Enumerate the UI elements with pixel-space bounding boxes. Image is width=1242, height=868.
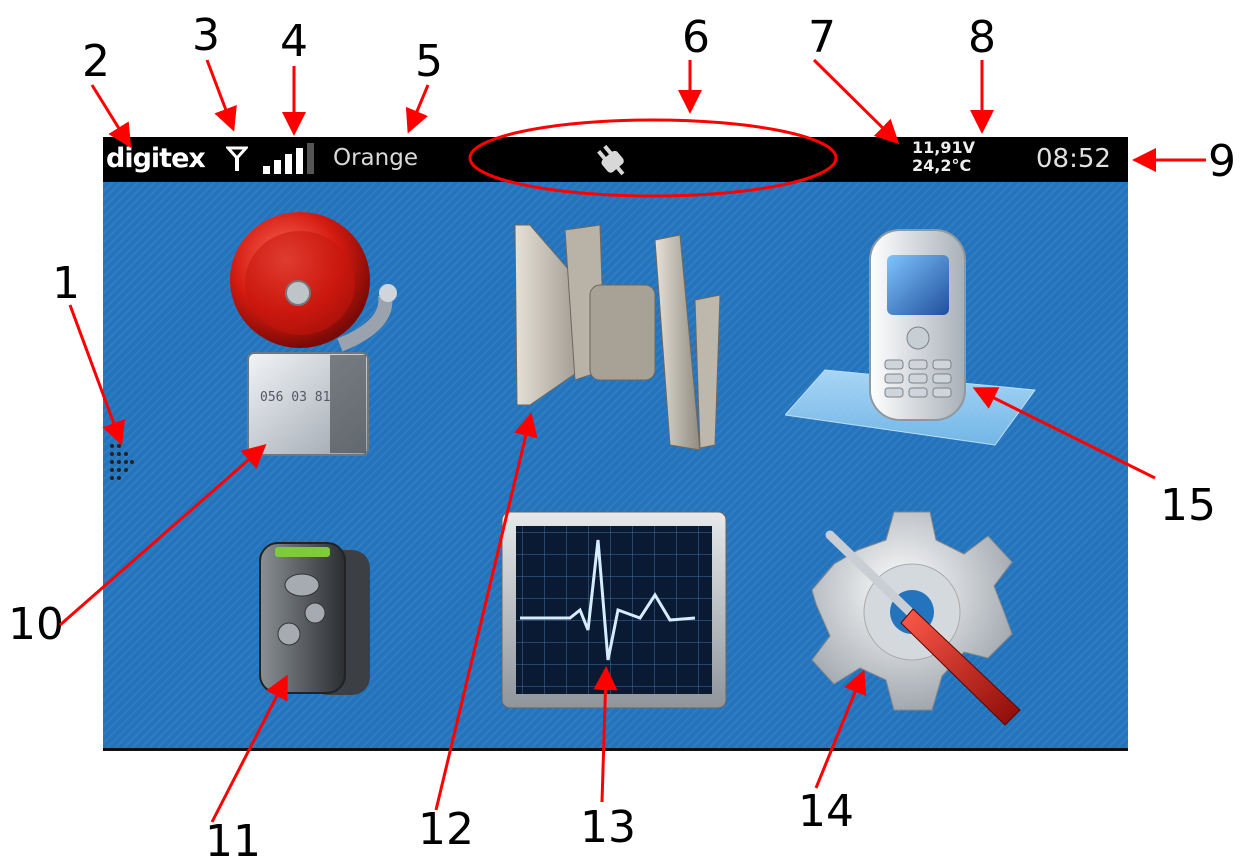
arrow-13: [593, 666, 618, 803]
arrow-14: [814, 669, 867, 789]
arrow-1: [68, 304, 126, 446]
power-indicator-highlight: [468, 118, 838, 198]
arrow-2: [90, 84, 132, 149]
arrow-12: [434, 412, 538, 811]
arrow-10: [59, 444, 267, 627]
arrow-11: [210, 674, 288, 823]
arrow-5: [405, 84, 430, 134]
callout-arrows: [59, 58, 1206, 823]
arrow-15: [972, 387, 1156, 480]
arrow-7: [812, 58, 900, 145]
arrow-3: [205, 59, 237, 132]
